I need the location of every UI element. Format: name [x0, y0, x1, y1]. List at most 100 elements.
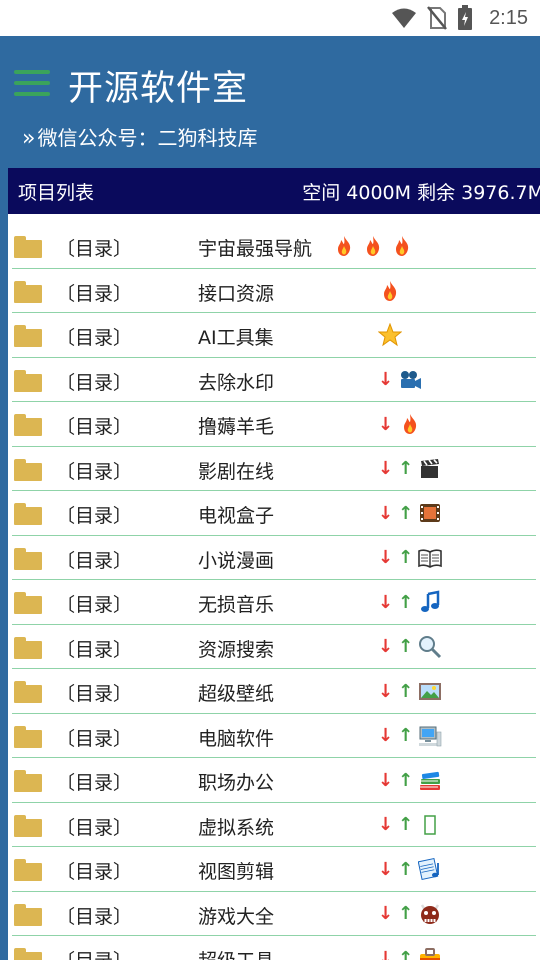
arrow-down-icon: ↓ — [378, 769, 394, 791]
folder-row[interactable]: 〔目录〕 无损音乐 ↓ ↑ — [12, 580, 536, 625]
panel-title: 项目列表 — [18, 181, 95, 204]
folder-icon — [14, 503, 42, 525]
folder-row[interactable]: 〔目录〕 电视盒子 ↓ ↑ — [12, 491, 536, 536]
arrow-up-icon: ↑ — [398, 680, 414, 702]
hamburger-menu-icon[interactable] — [14, 70, 50, 96]
folder-icon — [14, 903, 42, 926]
missing-glyph-icon — [418, 813, 442, 837]
row-badges: ↓ — [378, 367, 422, 393]
arrow-up-icon: ↑ — [398, 769, 414, 791]
movie-camera-icon — [398, 368, 422, 392]
arrow-up-icon: ↑ — [398, 547, 414, 568]
row-name-link[interactable]: 游戏大全 — [198, 902, 274, 929]
folder-row[interactable]: 〔目录〕 去除水印 ↓ — [12, 358, 536, 402]
arrow-up-icon: ↑ — [398, 458, 414, 479]
no-sim-icon — [427, 6, 448, 30]
books-icon — [418, 768, 442, 792]
row-badges: ↓ ↑ — [378, 723, 442, 749]
file-list: 〔目录〕 宇宙最强导航 〔目录〕 接口资源 〔目录〕 AI工具集 〔目录〕 去除水印 ↓ 〔目录〕… — [8, 224, 540, 960]
folder-row[interactable]: 〔目录〕 影剧在线 ↓ ↑ — [12, 447, 536, 491]
arrow-down-icon: ↓ — [378, 680, 394, 702]
row-name-link[interactable]: 超级壁纸 — [198, 679, 274, 706]
fire-icon — [378, 279, 402, 303]
battery-icon — [458, 5, 473, 30]
row-name-link[interactable]: 视图剪辑 — [198, 857, 274, 884]
row-name-link[interactable]: 电脑软件 — [198, 724, 274, 751]
open-book-icon — [418, 546, 442, 570]
row-type-label: 〔目录〕 — [56, 460, 133, 483]
folder-icon — [14, 236, 42, 258]
arrow-down-icon: ↓ — [378, 858, 394, 880]
arrow-down-icon: ↓ — [378, 458, 394, 479]
subtitle-marker: » — [22, 126, 36, 151]
framed-picture-icon — [418, 679, 442, 703]
row-type-label: 〔目录〕 — [56, 946, 132, 960]
row-name-link[interactable]: 撸薅羊毛 — [198, 412, 274, 439]
folder-row[interactable]: 〔目录〕 游戏大全 ↓ ↑ — [12, 892, 536, 936]
folder-row[interactable]: 〔目录〕 小说漫画 ↓ ↑ — [12, 536, 536, 580]
row-name-link[interactable]: 影剧在线 — [198, 457, 274, 484]
folder-row[interactable]: 〔目录〕 宇宙最强导航 — [12, 224, 536, 269]
subtitle-text: 微信公众号：二狗科技库 — [37, 126, 258, 150]
folder-icon — [14, 859, 42, 881]
row-name-link[interactable]: 虚拟系统 — [198, 813, 274, 840]
row-name-link[interactable]: 去除水印 — [198, 368, 274, 395]
row-type-label: 〔目录〕 — [56, 327, 133, 349]
folder-row[interactable]: 〔目录〕 AI工具集 — [12, 313, 536, 358]
folder-row[interactable]: 〔目录〕 接口资源 — [12, 269, 536, 313]
row-badges: ↓ ↑ — [378, 545, 442, 571]
arrow-up-icon: ↑ — [398, 502, 414, 524]
clapperboard-icon — [418, 457, 442, 481]
folder-icon — [14, 547, 42, 570]
row-badges: ↓ — [378, 411, 422, 437]
row-type-label: 〔目录〕 — [56, 683, 133, 705]
row-badges — [378, 322, 402, 348]
ogre-mask-icon — [418, 902, 442, 926]
folder-icon — [14, 369, 42, 392]
row-name-link[interactable]: 无损音乐 — [198, 590, 274, 617]
row-badges: ↓ ↑ — [378, 945, 442, 960]
folder-icon — [14, 458, 42, 481]
film-frame-icon — [418, 501, 442, 525]
row-name-link[interactable]: 职场办公 — [198, 768, 274, 795]
folder-icon — [14, 414, 42, 436]
arrow-down-icon: ↓ — [378, 814, 394, 835]
folder-row[interactable]: 〔目录〕 撸薅羊毛 ↓ — [12, 402, 536, 447]
row-name-link[interactable]: 资源搜索 — [198, 635, 274, 662]
row-type-label: 〔目录〕 — [56, 638, 133, 661]
row-name-link[interactable]: 接口资源 — [198, 279, 274, 306]
fire-icon — [390, 234, 414, 258]
folder-row[interactable]: 〔目录〕 超级壁纸 ↓ ↑ — [12, 669, 536, 714]
row-name-link[interactable]: 宇宙最强导航 — [198, 234, 312, 261]
computer-icon — [418, 724, 442, 748]
row-name-link[interactable]: 小说漫画 — [198, 546, 274, 573]
arrow-down-icon: ↓ — [378, 369, 394, 390]
star-icon — [378, 323, 402, 347]
folder-row[interactable]: 〔目录〕 职场办公 ↓ ↑ — [12, 758, 536, 803]
row-badges: ↓ ↑ — [378, 456, 442, 482]
row-type-label: 〔目录〕 — [56, 238, 133, 260]
row-badges: ↓ ↑ — [378, 500, 442, 526]
arrow-down-icon: ↓ — [378, 591, 394, 613]
row-type-label: 〔目录〕 — [56, 594, 133, 616]
folder-row[interactable]: 〔目录〕 虚拟系统 ↓ ↑ — [12, 803, 536, 847]
row-name-link[interactable]: AI工具集 — [198, 323, 274, 350]
folder-icon — [14, 592, 42, 614]
row-type-label: 〔目录〕 — [56, 905, 133, 928]
arrow-down-icon: ↓ — [378, 903, 394, 924]
folder-row[interactable]: 〔目录〕 电脑软件 ↓ ↑ — [12, 714, 536, 758]
arrow-up-icon: ↑ — [398, 636, 414, 657]
folder-icon — [14, 948, 42, 960]
arrow-down-icon: ↓ — [378, 547, 394, 568]
row-badges: ↓ ↑ — [378, 856, 442, 882]
row-badges: ↓ ↑ — [378, 901, 442, 927]
folder-row[interactable]: 〔目录〕 资源搜索 ↓ ↑ — [12, 625, 536, 669]
folder-row[interactable]: 〔目录〕 超级工具 ↓↑ — [12, 936, 536, 960]
folder-row[interactable]: 〔目录〕 视图剪辑 ↓ ↑ — [12, 847, 536, 892]
arrow-up-icon: ↑ — [398, 725, 414, 746]
arrow-up-icon: ↑ — [398, 947, 414, 960]
row-type-label: 〔目录〕 — [56, 816, 133, 839]
row-type-label: 〔目录〕 — [56, 861, 133, 883]
row-name-link[interactable]: 电视盒子 — [198, 501, 274, 528]
row-name-link[interactable]: 超级工具 — [198, 946, 274, 960]
